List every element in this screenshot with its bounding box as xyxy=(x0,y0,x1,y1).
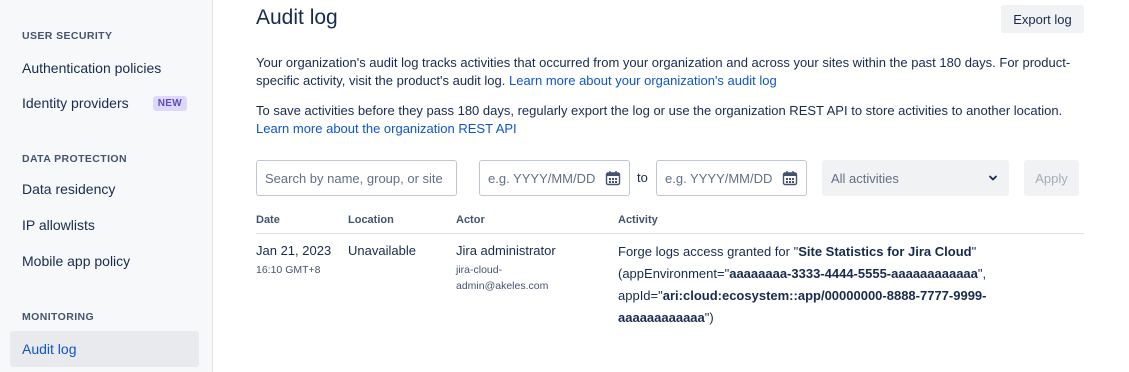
search-input[interactable]: Search by name, group, or site xyxy=(256,160,457,196)
activity-cell: Forge logs access granted for "Site Stat… xyxy=(618,241,1038,329)
actor-name: Jira administrator xyxy=(456,243,556,258)
sidebar-item-label: Audit log xyxy=(22,341,77,357)
new-badge: NEW xyxy=(152,95,187,111)
sidebar-item-ip-allowlists[interactable]: IP allowlists xyxy=(10,207,199,243)
page-title: Audit log xyxy=(256,6,338,29)
sidebar-item-mobile-app-policy[interactable]: Mobile app policy xyxy=(10,243,199,279)
sidebar-item-label: Identity providers xyxy=(22,95,129,111)
actor-email-line-1: jira-cloud- xyxy=(456,264,503,276)
intro-paragraph-1: Your organization's audit log tracks act… xyxy=(256,54,1086,90)
sidebar-item-label: Mobile app policy xyxy=(22,253,131,269)
column-header-actor: Actor xyxy=(456,214,485,226)
section-heading-data-protection: DATA PROTECTION xyxy=(22,153,127,165)
activity-prefix: Forge logs access granted for " xyxy=(618,244,799,259)
search-placeholder: Search by name, group, or site xyxy=(265,170,443,186)
location-cell: Unavailable xyxy=(348,243,416,258)
section-heading-monitoring: MONITORING xyxy=(22,311,95,323)
activity-select-value: All activities xyxy=(831,170,899,186)
sidebar-item-audit-log[interactable]: Audit log xyxy=(10,331,199,367)
activity-app-id: ari:cloud:ecosystem::app/00000000-8888-7… xyxy=(618,288,987,325)
sidebar-item-label: Data residency xyxy=(22,181,116,197)
date-from-field[interactable]: e.g. YYYY/MM/DD xyxy=(479,160,630,196)
row-time: 16:10 GMT+8 xyxy=(256,264,321,276)
activity-suffix: ") xyxy=(704,310,714,325)
audit-log-learn-more-link[interactable]: Learn more about your organization's aud… xyxy=(509,73,777,88)
activity-app-environment: aaaaaaaa-3333-4444-5555-aaaaaaaaaaaa xyxy=(729,266,978,281)
date-to-placeholder: e.g. YYYY/MM/DD xyxy=(665,170,773,186)
date-cell: Jan 21, 2023 16:10 GMT+8 xyxy=(256,240,331,278)
date-to-field[interactable]: e.g. YYYY/MM/DD xyxy=(656,160,807,196)
column-header-location: Location xyxy=(348,214,394,226)
activity-type-select[interactable]: All activities xyxy=(822,160,1009,196)
actor-cell: Jira administrator jira-cloud- admin@ake… xyxy=(456,240,556,294)
row-date: Jan 21, 2023 xyxy=(256,243,332,258)
intro-text-2: To save activities before they pass 180 … xyxy=(256,103,1063,118)
apply-button[interactable]: Apply xyxy=(1024,160,1079,196)
date-from-placeholder: e.g. YYYY/MM/DD xyxy=(488,170,596,186)
sidebar-item-label: Authentication policies xyxy=(22,60,162,76)
section-heading-user-security: USER SECURITY xyxy=(22,30,113,42)
sidebar-item-identity-providers[interactable]: Identity providers NEW xyxy=(10,85,199,121)
activity-app-name: Site Statistics for Jira Cloud xyxy=(798,244,972,259)
sidebar-item-data-residency[interactable]: Data residency xyxy=(10,171,199,207)
chevron-down-icon xyxy=(989,175,997,181)
calendar-icon[interactable] xyxy=(782,170,798,186)
column-header-date: Date xyxy=(256,214,280,226)
date-range-to-label: to xyxy=(637,170,648,185)
sidebar-item-label: IP allowlists xyxy=(22,217,95,233)
intro-paragraph-2: To save activities before they pass 180 … xyxy=(256,102,1086,138)
sidebar: USER SECURITY Authentication policies Id… xyxy=(0,0,213,372)
column-header-activity: Activity xyxy=(618,214,658,226)
sidebar-item-authentication-policies[interactable]: Authentication policies xyxy=(10,50,199,86)
table-header-divider xyxy=(256,233,1084,234)
export-log-button[interactable]: Export log xyxy=(1001,5,1084,33)
calendar-icon[interactable] xyxy=(605,170,621,186)
actor-email-line-2: admin@akeles.com xyxy=(456,280,549,292)
rest-api-learn-more-link[interactable]: Learn more about the organization REST A… xyxy=(256,121,517,136)
